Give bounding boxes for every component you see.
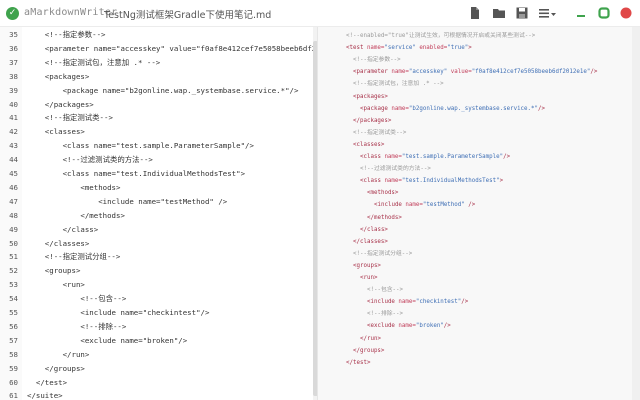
preview-token: "test.IndividualMethodsTest" [401,178,500,185]
preview-token: </classes> [353,238,388,245]
preview-token: value= [447,69,472,76]
preview-token: /> [503,154,511,160]
code-text[interactable]: </suite> [27,387,63,400]
preview-token: <!--指定测试类--> [353,129,407,136]
close-icon[interactable] [619,6,633,20]
editor-line[interactable]: 61 </suite> [0,387,317,400]
preview-token: </test> [346,359,371,366]
preview-token: /> [538,105,545,112]
preview-token: "test.sample.ParameterSample" [401,154,504,160]
preview-token: <classes> [353,141,385,148]
open-folder-icon[interactable] [491,5,507,21]
document-title: TestNg测试框架Gradle下使用笔记.md [104,10,272,21]
preview-token: <class [360,178,381,185]
preview-token: <methods> [367,190,399,197]
preview-token: > [499,178,504,185]
save-icon[interactable] [514,5,530,21]
preview-token: </packages> [353,117,392,124]
preview-token: name= [394,299,416,306]
preview-token: /> [464,202,476,209]
preview-token: > [468,45,472,52]
preview-token: name= [387,105,409,112]
preview-token: "b2gonline.wap._systembase.service.*" [408,105,539,112]
preview-token: <run> [360,275,378,281]
preview-token: name= [380,178,402,185]
preview-token: <!--指定测试包，注意加 .* --> [353,81,444,88]
preview-token: name= [380,154,402,160]
preview-token: <!--过滤测试类的方法--> [360,166,431,173]
preview-line: </test> [346,356,370,370]
preview-token: "testMethod" [422,202,465,209]
preview-token: "checkintest" [415,299,462,306]
markdown-preview: <!--enabled="true"让测试生效，可根据情况开启或关闭某些测试--… [318,27,640,400]
new-file-icon[interactable] [467,5,483,21]
app-logo-icon: ✓ [6,7,19,20]
preview-token: <packages> [353,93,388,100]
maximize-icon[interactable] [597,6,611,20]
preview-token: </groups> [353,347,385,354]
preview-token: <class [360,154,381,160]
preview-token: name= [394,323,416,330]
markdown-editor[interactable]: 35 <!--指定参数--> 36 <parameter name="access… [0,27,318,400]
preview-token: enabled= [415,45,448,52]
preview-token: <include [374,202,402,209]
preview-token: <parameter [353,69,388,76]
preview-token: "true" [447,45,469,52]
preview-token: name= [363,45,385,52]
menu-icon[interactable] [537,5,557,21]
preview-token: <include [367,299,395,306]
preview-token: </methods> [367,214,402,221]
preview-token: "accesskey" [408,69,448,76]
preview-token: /> [443,323,451,330]
preview-token: /> [590,69,598,76]
preview-token: <groups> [353,262,381,269]
preview-token: <!--指定参数--> [353,57,401,64]
preview-scrollbar-track[interactable] [632,27,640,400]
preview-token: </run> [360,335,381,342]
preview-token: <exclude [367,323,395,330]
line-number: 61 [9,391,18,400]
preview-token: name= [387,69,409,76]
preview-token: /> [461,299,469,306]
minimize-icon[interactable] [574,6,588,20]
preview-token: <!--排除--> [367,311,404,318]
preview-token: <!--enabled="true"让测试生效，可根据情况开启或关闭某些测试--… [346,33,536,39]
preview-token: "broken" [415,323,444,330]
preview-token: "service" [384,45,416,52]
preview-token: </class> [360,226,388,233]
preview-token: <package [360,105,388,112]
preview-token: "f0af8e412cef7e5058beeb6df2012e1e" [471,69,591,76]
preview-token: <test [346,45,364,52]
preview-token: <!--指定测试分组--> [353,250,413,257]
title-bar: ✓ aMarkdownWriter TestNg测试框架Gradle下使用笔记.… [0,0,640,27]
preview-token: name= [401,202,423,209]
preview-token: <!--包含--> [367,287,404,294]
